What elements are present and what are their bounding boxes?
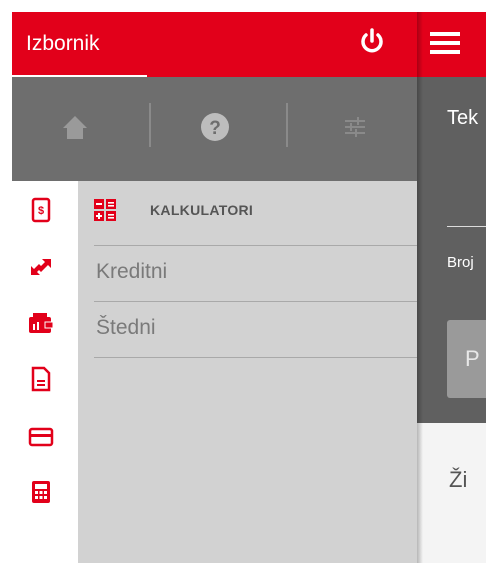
power-icon[interactable] [358, 27, 386, 59]
menu-item-label: Štedni [96, 316, 156, 339]
calculator-grid-icon [94, 199, 116, 221]
main-card-label: Ži [449, 467, 468, 492]
main-account-label: Tek [447, 107, 479, 129]
mobile-payment-icon[interactable]: $ [26, 195, 56, 225]
menu-item-stedni[interactable]: Štedni [94, 301, 417, 357]
document-icon[interactable] [26, 364, 56, 394]
drawer-toolbar: ? [12, 77, 417, 181]
settings-sliders-icon[interactable] [335, 107, 375, 147]
svg-text:$: $ [38, 205, 44, 217]
menu-item-label: Kreditni [96, 260, 168, 283]
quick-icon-column: $ [12, 181, 78, 563]
main-action-button[interactable]: P [447, 320, 486, 398]
main-divider [447, 226, 486, 227]
main-card[interactable] [417, 423, 486, 563]
calculator-icon[interactable] [26, 477, 56, 507]
drawer-header: Izbornik [12, 12, 417, 78]
navigation-drawer: Izbornik ? $ KALKULATORI Kreditni Štedni [12, 12, 417, 563]
main-header [417, 12, 486, 77]
transfer-icon[interactable] [26, 252, 56, 282]
card-icon[interactable] [26, 422, 56, 452]
menu-item-kreditni[interactable]: Kreditni [94, 245, 417, 301]
svg-text:?: ? [209, 118, 221, 139]
main-number-label: Broj [447, 254, 474, 271]
drawer-content: KALKULATORI Kreditni Štedni [78, 181, 417, 563]
drawer-shadow [417, 12, 423, 563]
menu-divider [94, 357, 417, 358]
section-header: KALKULATORI [78, 181, 417, 245]
toolbar-divider [286, 103, 288, 147]
home-icon[interactable] [55, 107, 95, 147]
main-action-label: P [465, 346, 480, 371]
help-icon[interactable]: ? [195, 107, 235, 147]
toolbar-divider [149, 103, 151, 147]
wallet-icon[interactable] [26, 308, 56, 338]
drawer-title: Izbornik [26, 32, 100, 55]
main-screen: Tek Broj P Ži [417, 12, 486, 563]
section-title: KALKULATORI [150, 202, 254, 218]
hamburger-icon[interactable] [430, 32, 460, 54]
